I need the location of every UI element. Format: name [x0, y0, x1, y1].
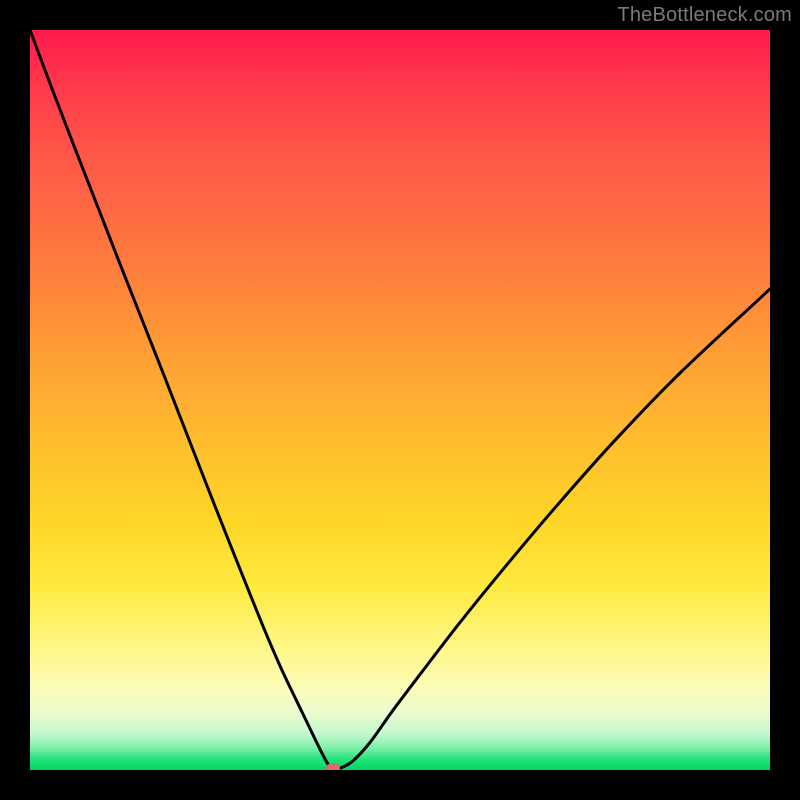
- bottleneck-curve: [30, 30, 770, 768]
- curve-svg: [30, 30, 770, 770]
- watermark-text: TheBottleneck.com: [617, 4, 792, 27]
- plot-area: [30, 30, 770, 770]
- chart-frame: TheBottleneck.com: [0, 0, 800, 800]
- optimum-marker: [326, 763, 340, 770]
